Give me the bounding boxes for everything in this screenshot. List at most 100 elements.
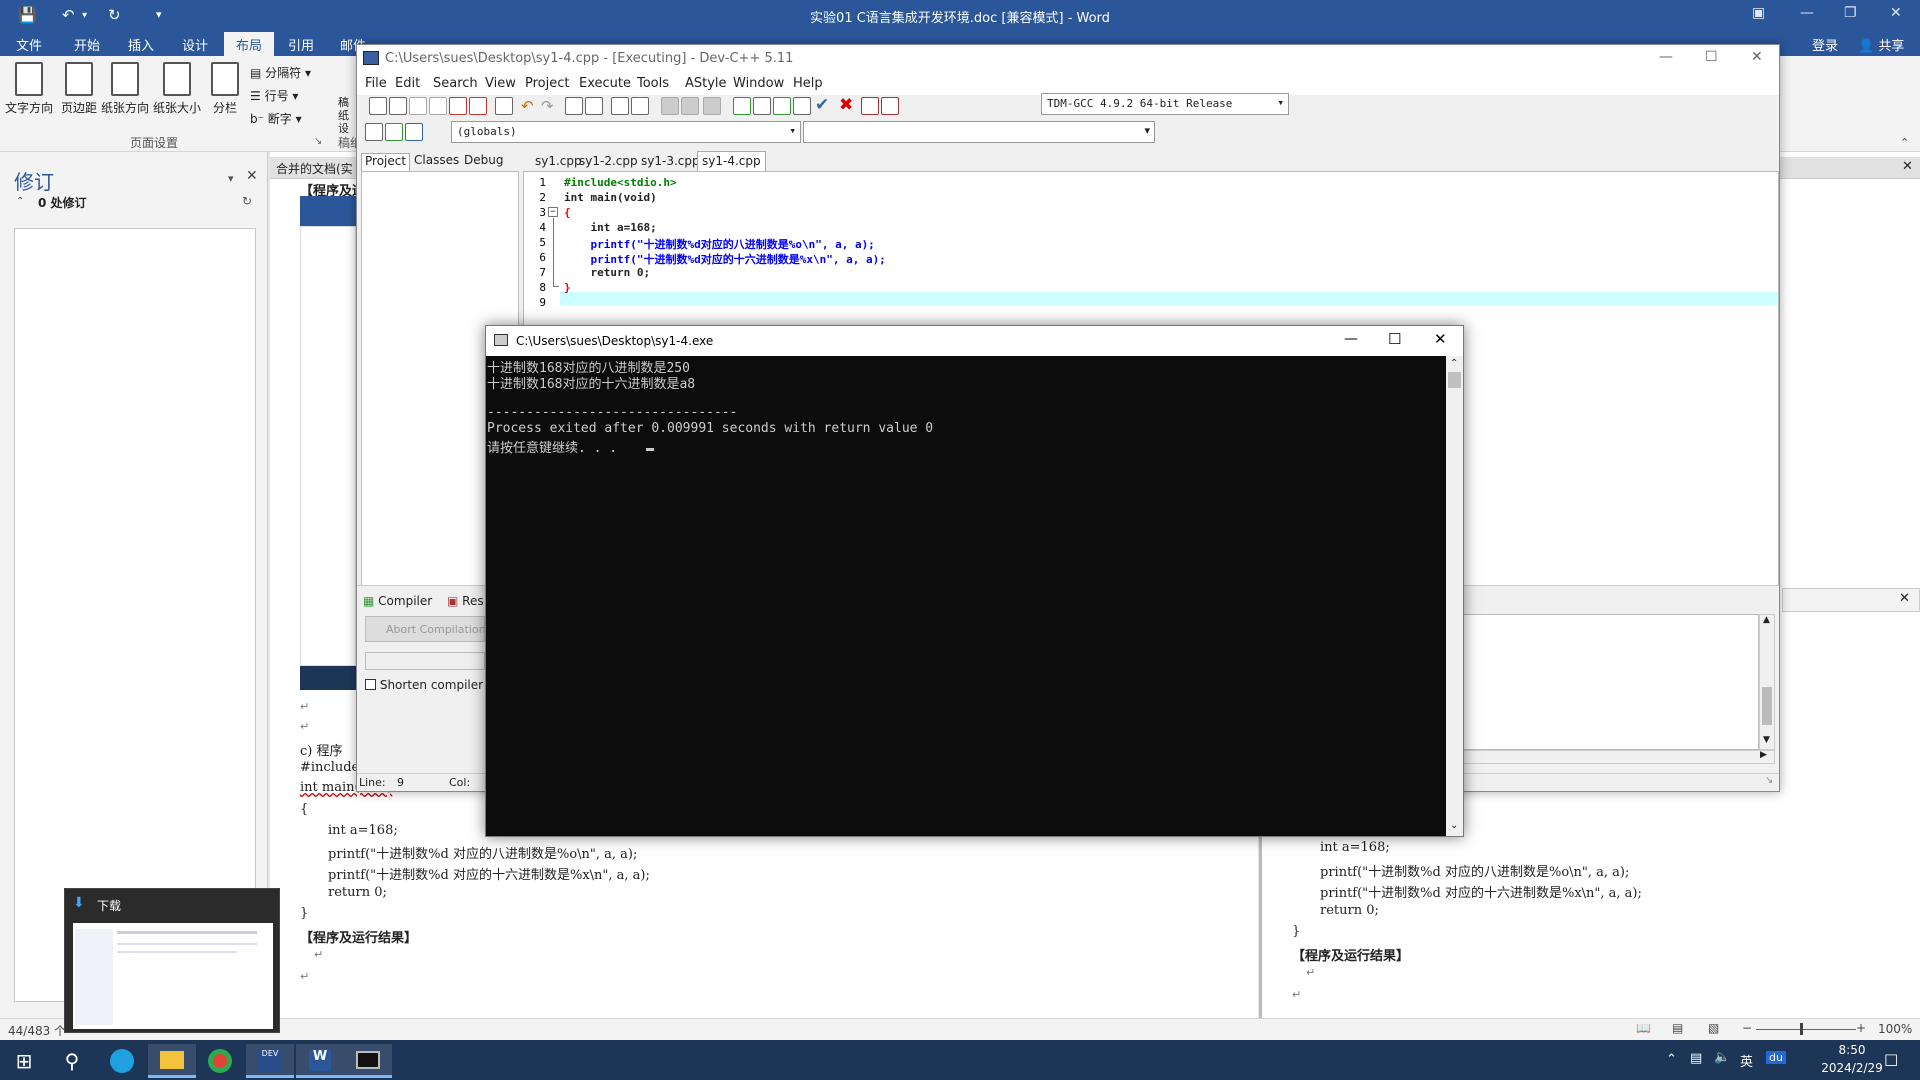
menu-window[interactable]: Window [733, 76, 784, 91]
taskbar-devcpp[interactable]: DEV [246, 1044, 294, 1078]
taskbar-chrome[interactable] [196, 1044, 244, 1078]
devcpp-minimize-icon[interactable]: — [1659, 49, 1673, 65]
toggle-bookmark-icon[interactable] [703, 97, 721, 115]
menu-view[interactable]: View [485, 76, 516, 91]
menu-help[interactable]: Help [793, 76, 823, 91]
file-tab-active[interactable]: sy1-4.cpp [697, 151, 766, 172]
profile-icon[interactable] [861, 97, 879, 115]
minimize-icon[interactable]: — [1800, 5, 1814, 21]
tab-layout[interactable]: 布局 [224, 32, 275, 56]
scroll-down-icon[interactable]: ▼ [1763, 735, 1770, 745]
line-numbers-button[interactable]: ☰ 行号 ▾ [250, 87, 298, 104]
console-scroll-up-icon[interactable]: ⌃ [1450, 358, 1458, 369]
devcpp-maximize-icon[interactable]: ☐ [1705, 49, 1718, 65]
bookmark-next-icon[interactable] [681, 97, 699, 115]
tab-classes[interactable]: Classes [411, 153, 462, 167]
console-scrollbar[interactable]: ⌃ ⌄ [1446, 356, 1463, 836]
share-button[interactable]: 👤 共享 [1858, 35, 1904, 54]
console-scroll-thumb[interactable] [1448, 372, 1461, 388]
tab-home[interactable]: 开始 [74, 35, 100, 54]
tab-references[interactable]: 引用 [288, 35, 314, 54]
bookmark-back-icon[interactable] [661, 97, 679, 115]
redo-code-icon[interactable]: ↷ [541, 97, 554, 115]
menu-project[interactable]: Project [525, 76, 569, 91]
zoom-slider[interactable] [1756, 1029, 1856, 1030]
revisions-list[interactable] [14, 228, 256, 1002]
compiler-output[interactable] [1463, 614, 1759, 750]
check-syntax-icon[interactable]: ✔ [815, 95, 829, 115]
tray-chevron-icon[interactable]: ⌃ [1666, 1052, 1677, 1067]
menu-tools[interactable]: Tools [637, 76, 669, 91]
volume-icon[interactable]: 🔈 [1714, 1050, 1730, 1065]
function-select[interactable]: ▾ [803, 121, 1155, 143]
search-button[interactable]: ⚲ [48, 1044, 96, 1078]
taskbar-word[interactable]: W [296, 1044, 344, 1078]
tab-file[interactable]: 文件 [16, 35, 42, 54]
collapse-caret-icon[interactable]: ⌃ [16, 196, 24, 207]
read-mode-icon[interactable]: 📖 [1636, 1021, 1651, 1035]
web-layout-icon[interactable]: ▧ [1708, 1021, 1719, 1035]
print-icon[interactable] [495, 97, 513, 115]
size-button[interactable]: 纸张大小 [152, 62, 202, 116]
taskbar-explorer[interactable] [148, 1044, 196, 1078]
zoom-in-icon[interactable]: + [1856, 1021, 1866, 1035]
compiler-select[interactable]: TDM-GCC 4.9.2 64-bit Release ▾ [1041, 93, 1289, 115]
right-pane-close-icon[interactable]: ✕ [1899, 591, 1910, 606]
pane-options-icon[interactable]: ▾ [228, 172, 234, 185]
unindent-icon[interactable] [631, 97, 649, 115]
devcpp-close-icon[interactable]: ✕ [1751, 49, 1763, 65]
console-scroll-down-icon[interactable]: ⌄ [1450, 820, 1458, 831]
start-button[interactable]: ⊞ [0, 1044, 48, 1078]
taskbar-thumbnail[interactable]: ⬇ 下载 [64, 888, 280, 1033]
dialog-launcher-icon[interactable]: ↘ [314, 136, 322, 147]
resize-grip-icon[interactable]: ↘ [1765, 775, 1773, 786]
insert-icon[interactable] [385, 123, 403, 141]
tab-debug[interactable]: Debug [461, 153, 506, 167]
menu-edit[interactable]: Edit [395, 76, 420, 91]
undo-code-icon[interactable]: ↶ [521, 97, 534, 115]
rebuild-icon[interactable] [793, 97, 811, 115]
network-icon[interactable]: ▤ [1690, 1051, 1702, 1066]
ime-indicator[interactable]: 英 [1740, 1051, 1753, 1070]
columns-button[interactable]: 分栏 [200, 62, 250, 116]
collapse-ribbon-icon[interactable]: ⌃ [1900, 136, 1909, 149]
compile-icon[interactable] [733, 97, 751, 115]
taskbar-edge[interactable] [98, 1044, 146, 1078]
run-icon[interactable] [753, 97, 771, 115]
shorten-compiler-checkbox[interactable]: Shorten compiler pa [365, 678, 502, 692]
scroll-up-icon[interactable]: ▲ [1763, 615, 1770, 625]
clock-time[interactable]: 8:50 [1812, 1043, 1892, 1057]
output-hscrollbar[interactable]: ▶ [1463, 750, 1775, 764]
resources-tab[interactable]: ▣ Res [447, 594, 484, 608]
debug-icon[interactable] [881, 97, 899, 115]
compiler-tab[interactable]: ▦ Compiler [363, 594, 432, 608]
clock-date[interactable]: 2024/2/29 [1812, 1061, 1892, 1075]
scroll-right-icon[interactable]: ▶ [1760, 750, 1767, 760]
scope-select[interactable]: (globals) ▾ [451, 121, 801, 143]
menu-file[interactable]: File [365, 76, 387, 91]
baidu-icon[interactable]: du [1766, 1051, 1786, 1064]
menu-execute[interactable]: Execute [579, 76, 631, 91]
margins-button[interactable]: 页边距 [54, 62, 104, 116]
merged-close-icon[interactable]: ✕ [1902, 159, 1913, 174]
console-output[interactable]: 十进制数168对应的八进制数是250 十进制数168对应的十六进制数是a8 --… [486, 356, 1446, 836]
replace-icon[interactable] [585, 97, 603, 115]
save-all-icon[interactable] [429, 97, 447, 115]
save-file-icon[interactable] [409, 97, 427, 115]
compile-run-icon[interactable] [773, 97, 791, 115]
breaks-button[interactable]: ▤ 分隔符 ▾ [250, 64, 311, 81]
goto-icon[interactable] [405, 123, 423, 141]
restore-icon[interactable]: ❐ [1844, 5, 1857, 21]
file-tab[interactable]: sy1-2.cpp [575, 154, 642, 168]
menu-astyle[interactable]: AStyle [685, 76, 727, 91]
open-file-icon[interactable] [389, 97, 407, 115]
file-tab[interactable]: sy1-3.cpp [637, 154, 704, 168]
close-all-icon[interactable] [469, 97, 487, 115]
notifications-icon[interactable]: □ [1884, 1050, 1898, 1068]
orientation-button[interactable]: 纸张方向 [100, 62, 150, 116]
tab-insert[interactable]: 插入 [128, 35, 154, 54]
new-project-icon[interactable] [365, 123, 383, 141]
zoom-out-icon[interactable]: − [1742, 1021, 1752, 1035]
menu-search[interactable]: Search [433, 76, 478, 91]
print-layout-icon[interactable]: ▤ [1672, 1021, 1683, 1035]
